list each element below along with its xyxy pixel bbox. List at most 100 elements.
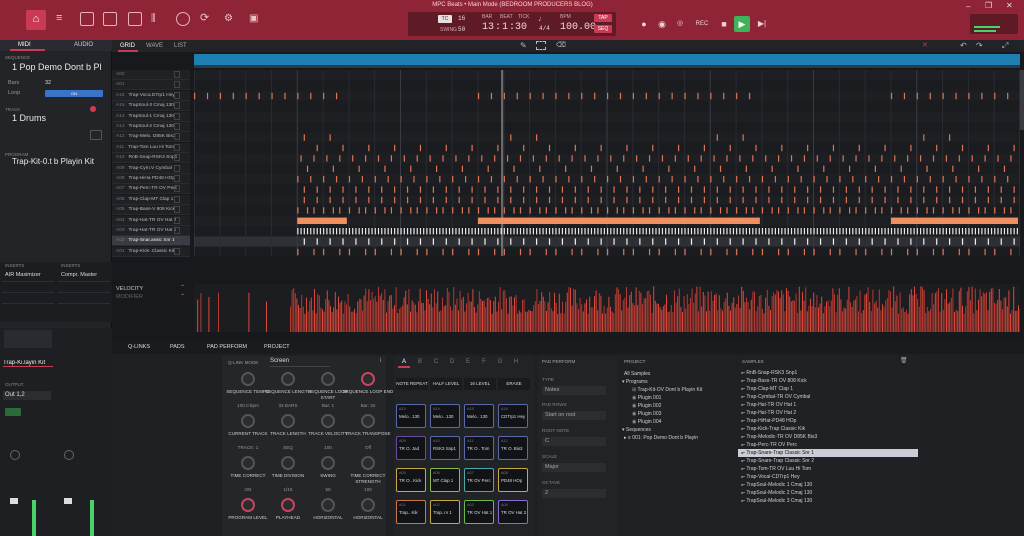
- velocity-label[interactable]: VELOCITY: [116, 286, 143, 292]
- qlink-knob[interactable]: [321, 456, 335, 470]
- play-button[interactable]: ▶: [734, 16, 750, 32]
- tab-wave[interactable]: WAVE: [146, 43, 163, 49]
- sample-item[interactable]: ⟜ Trap-Vocal-CDTrp1 Hey: [738, 473, 918, 481]
- velocity-icon[interactable]: ⌃: [180, 284, 185, 291]
- pad-bank-button[interactable]: C: [430, 359, 442, 368]
- play-start-button[interactable]: ▶|: [754, 16, 770, 32]
- automation-toggle[interactable]: [5, 408, 21, 416]
- pad-function-button[interactable]: HALF LEVEL: [430, 378, 462, 390]
- sample-item[interactable]: ⟜ TrapSoul-Melodic 3 Cmaj 130: [738, 497, 918, 505]
- sample-item[interactable]: ⟜ Trap-Bass-TR OV 808 Kick: [738, 377, 918, 385]
- mute-button[interactable]: [174, 206, 180, 214]
- mute-button[interactable]: [174, 102, 180, 110]
- drum-pad[interactable]: A10 RSK3 Snp1: [430, 436, 460, 460]
- drum-pad[interactable]: A01 Trap.. Kik: [396, 500, 426, 524]
- sequences-folder[interactable]: ▾ Sequences: [622, 426, 651, 434]
- sample-item[interactable]: ⟜ Trap-HiHat-PD48 HOp: [738, 417, 918, 425]
- type-select[interactable]: Notes: [542, 386, 606, 395]
- mute-button[interactable]: [174, 216, 180, 224]
- volume-fader[interactable]: [64, 498, 72, 504]
- track-row[interactable]: A02 Trap-Snar.assic Snr 1: [112, 236, 190, 247]
- velocity-lane[interactable]: [194, 284, 1020, 332]
- qlink-knob[interactable]: [361, 456, 375, 470]
- program-item[interactable]: ◉ Plugin 001: [632, 394, 732, 402]
- qlink-knob[interactable]: [321, 414, 335, 428]
- drum-pad[interactable]: A09 TR O. Jad: [396, 436, 426, 460]
- octave-select[interactable]: 2: [542, 489, 606, 498]
- pad-routing-grid[interactable]: [4, 330, 52, 348]
- tab-project[interactable]: PROJECT: [264, 344, 290, 350]
- program-item[interactable]: ⊞ Trap-Kit-OV Dont b Playin Kit: [632, 386, 732, 394]
- drum-pad[interactable]: A16 CDTrp1 Hey: [498, 404, 528, 428]
- track-row[interactable]: A01: [112, 80, 190, 91]
- select-tool-icon[interactable]: [536, 41, 546, 50]
- qlink-knob[interactable]: [241, 372, 255, 386]
- insert-slot-right[interactable]: Compr. Master: [58, 272, 110, 282]
- mute-button[interactable]: [174, 237, 180, 245]
- mute-button[interactable]: [174, 175, 180, 182]
- tab-q-links[interactable]: Q-LINKS: [128, 344, 150, 350]
- close-grid-icon[interactable]: ✕: [922, 41, 928, 49]
- pad-bank-button[interactable]: B: [414, 359, 426, 368]
- track-settings-icon[interactable]: [90, 130, 102, 140]
- loop-toggle[interactable]: ON: [45, 90, 103, 97]
- program-item[interactable]: ◉ Plugin 004: [632, 418, 732, 426]
- mute-button[interactable]: [174, 247, 180, 255]
- sample-item[interactable]: ⟜ Trap-Clap-MT Clap 1: [738, 385, 918, 393]
- bars-value[interactable]: 32: [45, 80, 51, 86]
- track-row[interactable]: A15 TrapSoul-3 Cmaj 130: [112, 101, 190, 112]
- home-button[interactable]: ⌂: [26, 10, 46, 30]
- pad-mode-icon[interactable]: [103, 12, 117, 26]
- qlink-mode-select[interactable]: Screen: [270, 358, 330, 367]
- pad-bank-button[interactable]: H: [510, 359, 522, 368]
- seq-button[interactable]: SEQ: [594, 25, 612, 33]
- cube-icon[interactable]: ▣: [249, 12, 263, 26]
- insert-slot-right[interactable]: [58, 283, 110, 293]
- program-item[interactable]: ◉ Plugin 003: [632, 410, 732, 418]
- track-row[interactable]: A07 Trap-Perc-TR OV Perc: [112, 184, 190, 195]
- sample-item[interactable]: ⟜ RnB-Snap-RSK3 Snp1: [738, 369, 918, 377]
- modifier-icon[interactable]: ⌃: [180, 293, 185, 300]
- qlink-knob[interactable]: [361, 498, 375, 512]
- vertical-scrollbar[interactable]: [1020, 70, 1024, 130]
- drum-pad[interactable]: A03 TR OV Hat 1: [464, 500, 494, 524]
- pad-function-button[interactable]: ERASE: [498, 378, 530, 390]
- pencil-tool-icon[interactable]: ✎: [520, 41, 527, 50]
- drum-pad[interactable]: A13 Melo.. 130: [396, 404, 426, 428]
- mute-button[interactable]: [174, 185, 180, 193]
- mute-button[interactable]: [174, 91, 180, 99]
- track-row[interactable]: A05 Trap-Bass-V 808 Kick: [112, 205, 190, 216]
- sample-item[interactable]: ⟜ Trap-Melodic-TR OV D85K Bis3: [738, 433, 918, 441]
- list-icon[interactable]: ≡: [56, 12, 70, 26]
- scale-select[interactable]: Major: [542, 463, 606, 472]
- record-button[interactable]: ●: [636, 16, 652, 32]
- sample-item[interactable]: ⟜ Trap-Hat-TR OV Hat 1: [738, 401, 918, 409]
- drum-pad[interactable]: A11 TR O.. Tom: [464, 436, 494, 460]
- zoom-icon[interactable]: ⤢: [1002, 41, 1008, 51]
- track-row[interactable]: A01 Trap-Kick-.Classic Kik: [112, 246, 190, 257]
- record-icon[interactable]: [176, 12, 190, 26]
- root-note-select[interactable]: C: [542, 437, 606, 446]
- track-row[interactable]: A08 Trap-HiHa PD48 HOp: [112, 174, 190, 184]
- modifier-label[interactable]: MODIFIER: [116, 294, 143, 300]
- qlink-knob[interactable]: [241, 498, 255, 512]
- pan-knob[interactable]: [64, 450, 74, 460]
- insert-slot-left[interactable]: [2, 283, 54, 293]
- mute-button[interactable]: [174, 154, 180, 162]
- sample-item[interactable]: ⟜ Trap-Perc-TR OV Perc: [738, 441, 918, 449]
- track-row[interactable]: A09 Trap-Cym.V Cymbal: [112, 163, 190, 174]
- qlink-knob[interactable]: [361, 372, 375, 386]
- mute-button[interactable]: [174, 71, 180, 78]
- mute-button[interactable]: [174, 227, 180, 234]
- pad-bank-button[interactable]: D: [446, 359, 458, 368]
- program-item[interactable]: ◉ Plugin 002: [632, 402, 732, 410]
- mute-button[interactable]: [174, 123, 180, 130]
- sample-item[interactable]: ⟜ Trap-Hat-TR OV Hat 2: [738, 409, 918, 417]
- sequence-item[interactable]: ▸ ≡ 001: Pop Demo Dont b Playin: [624, 434, 698, 442]
- drum-pad[interactable]: A14 Melo.. 130: [430, 404, 460, 428]
- sample-item[interactable]: ⟜ Trap-Cymbal-TR OV Cymbal: [738, 393, 918, 401]
- settings-icon[interactable]: ⚙: [224, 12, 238, 26]
- redo-icon[interactable]: ↷: [976, 41, 983, 50]
- qlink-knob[interactable]: [281, 456, 295, 470]
- mute-button[interactable]: [174, 81, 180, 89]
